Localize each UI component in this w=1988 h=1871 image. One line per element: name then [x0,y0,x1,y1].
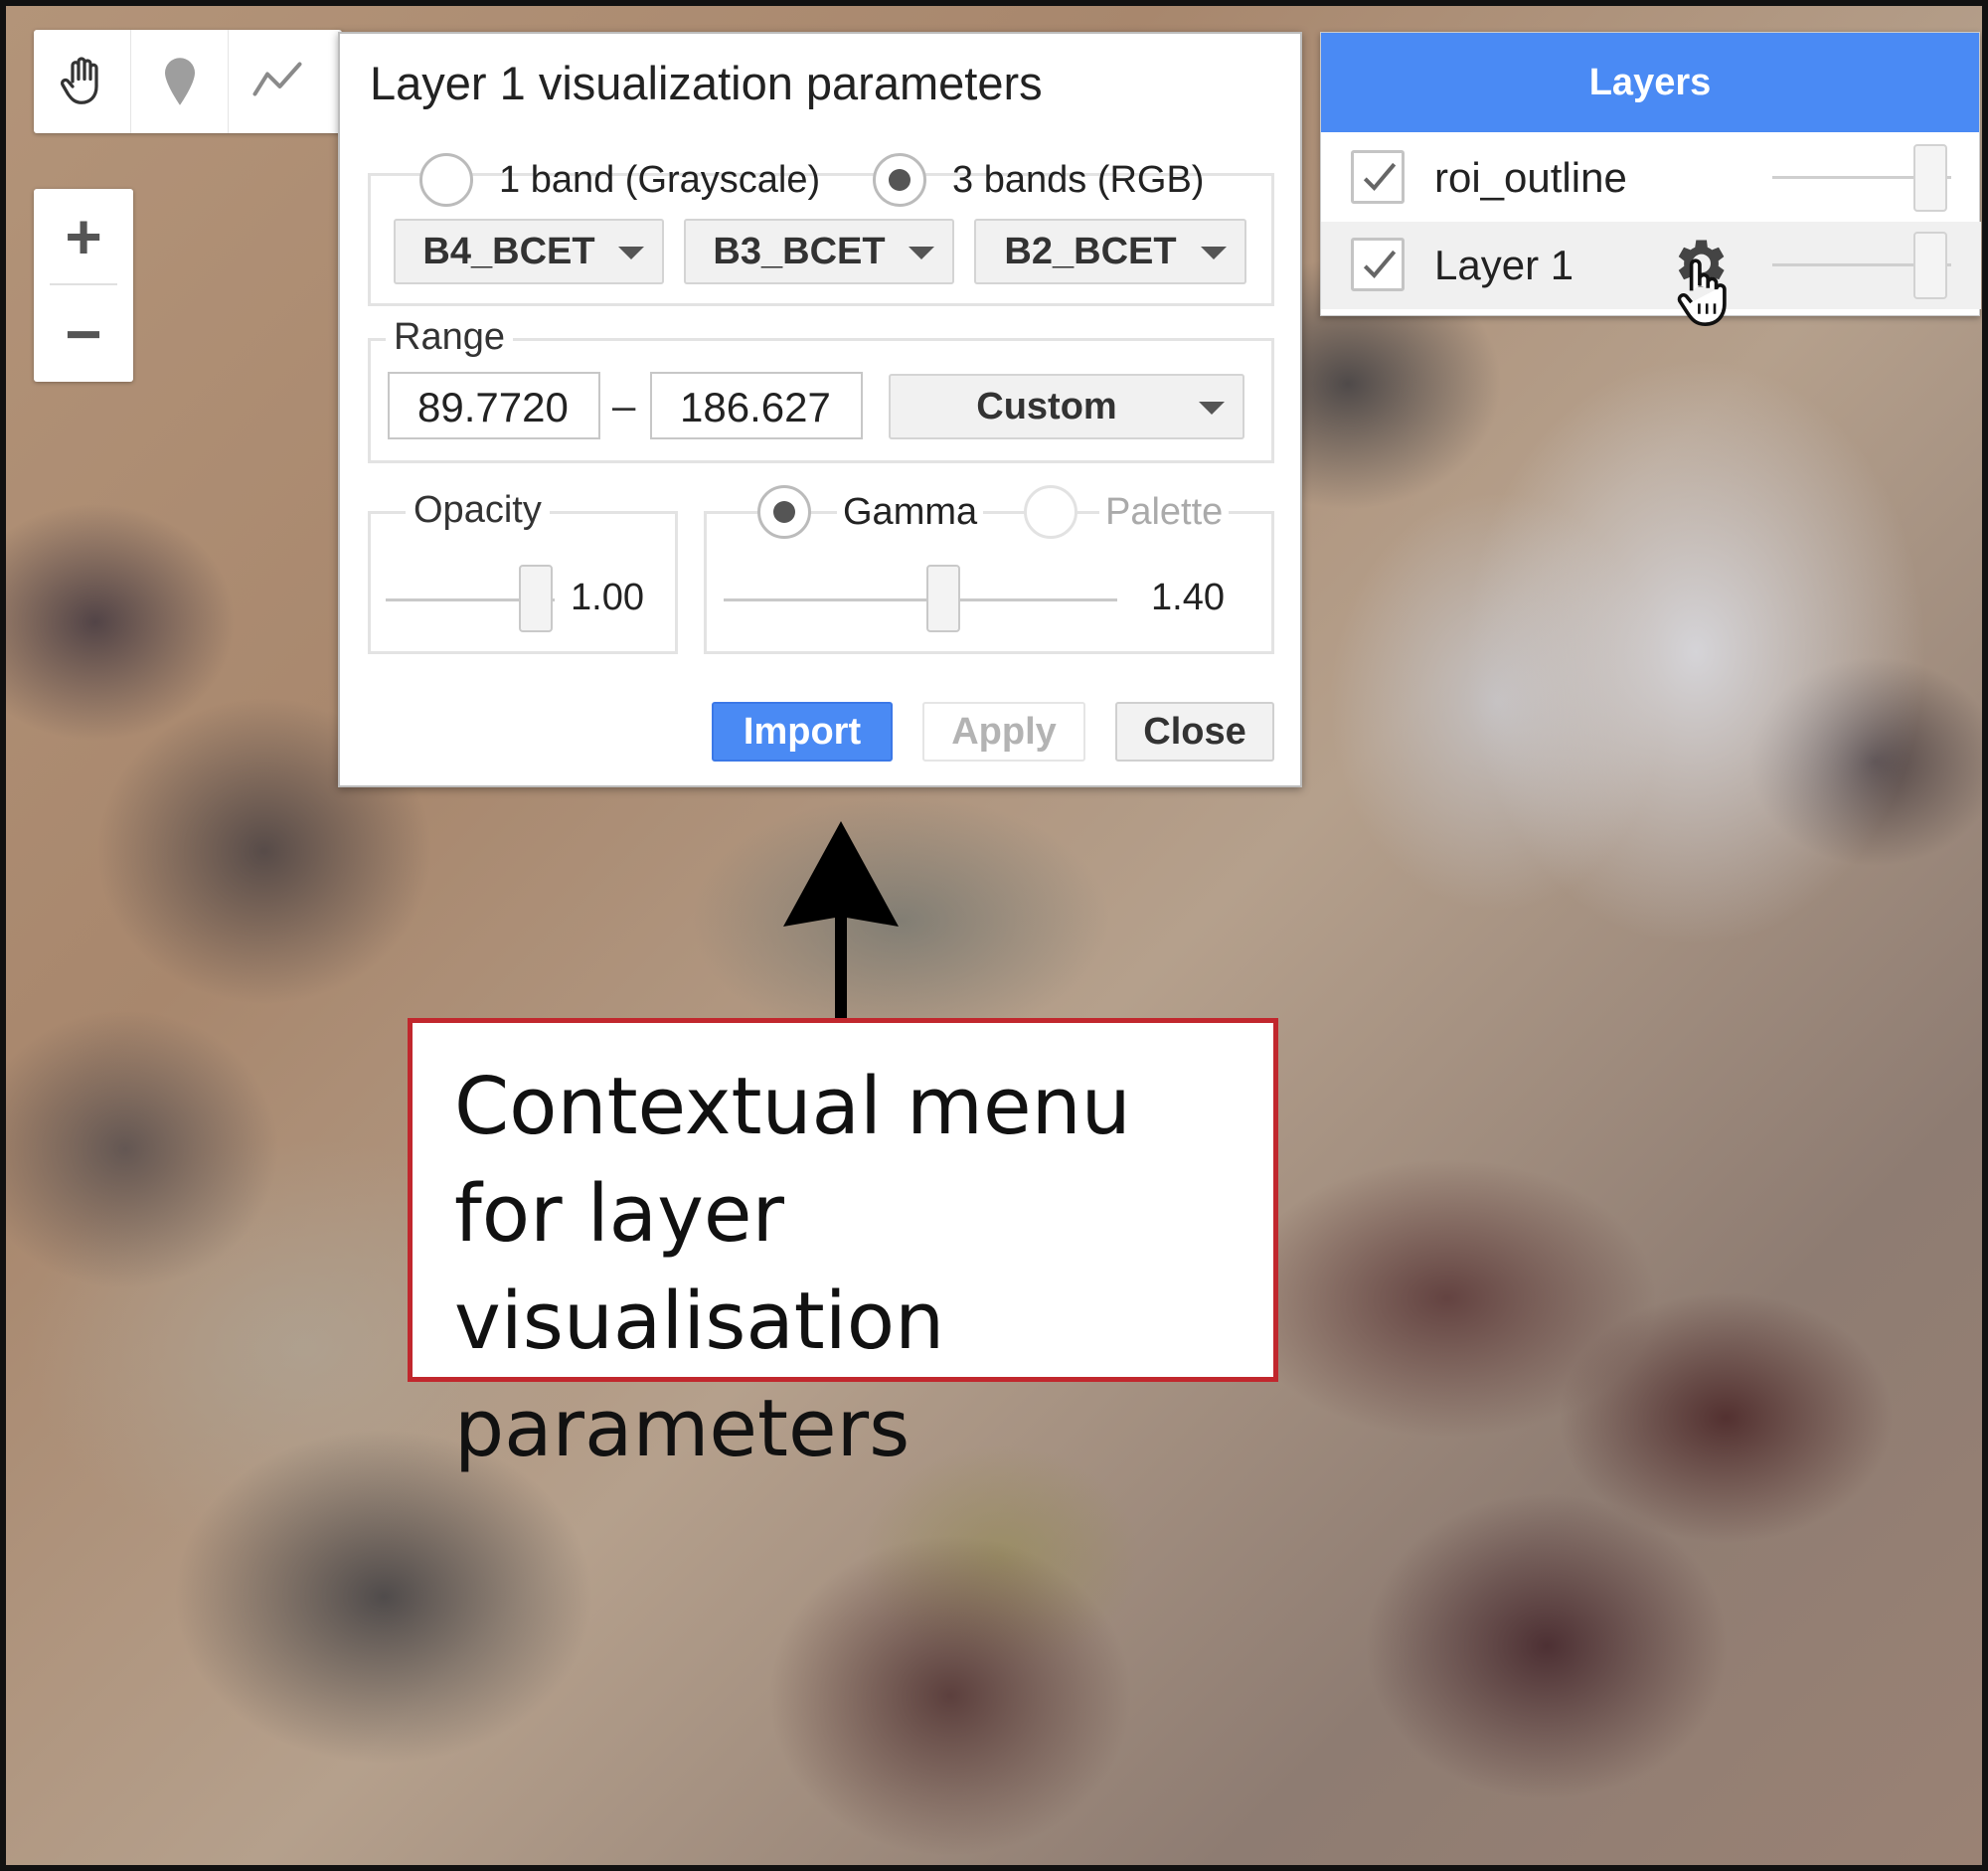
range-min-input[interactable]: 89.7720 [388,372,600,439]
chevron-down-icon [618,247,644,259]
green-band-select[interactable]: B3_BCET [684,219,954,284]
checkmark-icon [1363,250,1397,278]
annotation-callout: Contextual menu for layer visualisation … [408,1018,1278,1474]
palette-label[interactable]: Palette [1099,491,1230,534]
opacity-slider-thumb[interactable] [519,565,553,632]
checkmark-icon [1363,162,1397,191]
green-band-value: B3_BCET [713,230,886,272]
chevron-down-icon [1201,247,1227,259]
layers-panel: Layers roi_outline Layer 1 [1320,32,1981,316]
zoom-out-button[interactable]: − [34,285,133,382]
red-band-select[interactable]: B4_BCET [394,219,664,284]
gamma-slider-thumb[interactable] [926,565,960,632]
annotation-text: Contextual menu for layer visualisation … [454,1061,1131,1474]
gamma-value: 1.40 [1151,577,1225,618]
marker-icon [164,58,195,105]
chevron-down-icon [1199,402,1225,415]
red-band-value: B4_BCET [422,230,595,272]
opacity-value: 1.00 [571,577,644,618]
gamma-slider-track[interactable] [724,598,1117,601]
range-separator: – [612,382,636,428]
layer-visibility-checkbox[interactable] [1351,238,1405,291]
line-tool-button[interactable] [229,30,326,133]
blue-band-value: B2_BCET [1004,230,1177,272]
pointer-hand-icon [1677,258,1727,327]
line-icon [252,62,302,96]
range-max-input[interactable]: 186.627 [650,372,863,439]
range-legend: Range [386,316,513,359]
rgb-label[interactable]: 3 bands (RGB) [952,159,1204,202]
grayscale-radio[interactable] [419,153,473,207]
annotation-arrow [783,821,899,1020]
zoom-control: + − [34,189,133,382]
layer-row-roi-outline[interactable]: roi_outline [1321,134,1981,222]
layer-visibility-checkbox[interactable] [1351,150,1405,204]
range-mode-select[interactable]: Custom [889,374,1244,439]
layer-row-layer-1[interactable]: Layer 1 [1321,222,1981,309]
opacity-legend: Opacity [406,489,550,532]
layer-name: Layer 1 [1434,242,1574,288]
range-mode-value: Custom [976,385,1117,427]
close-button[interactable]: Close [1115,702,1274,762]
satellite-map[interactable]: + − Layer 1 visualization parameters 1 b… [0,0,1988,1871]
visualization-dialog: Layer 1 visualization parameters 1 band … [338,32,1302,787]
hand-icon [60,57,98,104]
palette-radio[interactable] [1024,485,1077,539]
layer-opacity-thumb[interactable] [1913,144,1947,212]
layer-name: roi_outline [1434,154,1627,201]
chevron-down-icon [909,247,934,259]
rgb-radio[interactable] [873,153,926,207]
layer-opacity-thumb[interactable] [1913,232,1947,299]
drawing-tools [34,30,342,133]
layers-header[interactable]: Layers [1321,33,1979,132]
blue-band-select[interactable]: B2_BCET [974,219,1246,284]
pan-tool-button[interactable] [34,30,131,133]
grayscale-label[interactable]: 1 band (Grayscale) [499,159,820,202]
apply-button[interactable]: Apply [922,702,1085,762]
gamma-label[interactable]: Gamma [837,491,984,534]
gamma-radio[interactable] [757,485,811,539]
zoom-in-button[interactable]: + [50,189,117,285]
marker-tool-button[interactable] [131,30,229,133]
import-button[interactable]: Import [712,702,893,762]
dialog-title: Layer 1 visualization parameters [370,57,1043,109]
